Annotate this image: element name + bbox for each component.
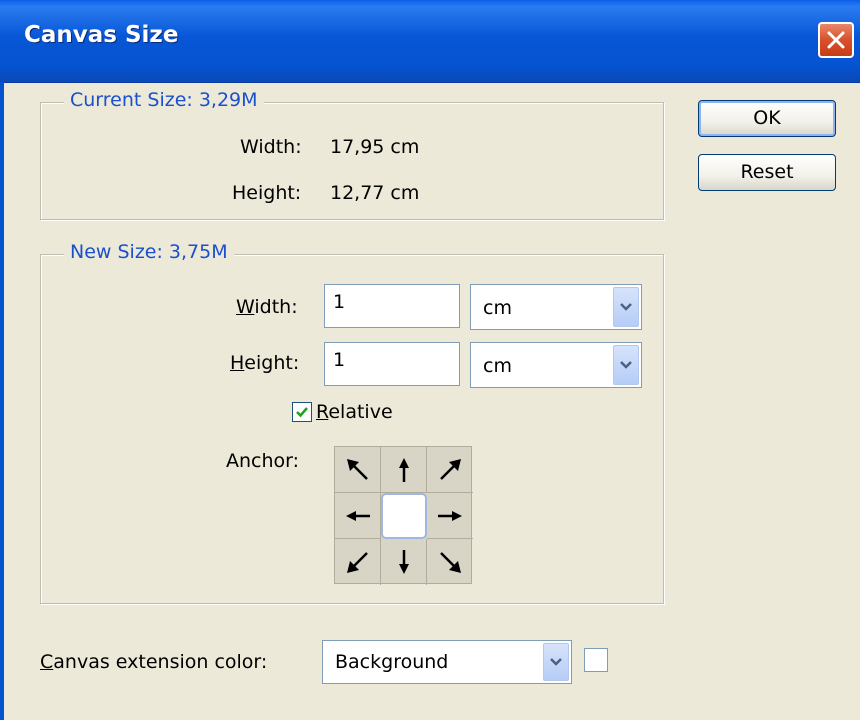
- close-button[interactable]: [818, 22, 854, 58]
- current-height-label: Height:: [232, 182, 302, 204]
- arrow-down-left-icon: [347, 552, 368, 573]
- anchor-center[interactable]: [381, 493, 427, 539]
- new-height-input[interactable]: 1: [324, 342, 460, 386]
- anchor-bottom[interactable]: [381, 539, 427, 585]
- current-height-value: 12,77 cm: [330, 182, 420, 204]
- arrow-down-right-icon: [440, 552, 461, 573]
- width-unit-select[interactable]: cm: [470, 284, 642, 330]
- extension-color-swatch[interactable]: [584, 648, 608, 672]
- anchor-bottom-left[interactable]: [335, 539, 381, 585]
- height-unit-value: cm: [483, 355, 512, 377]
- arrow-down-icon: [399, 550, 409, 574]
- current-width-label: Width:: [240, 136, 302, 158]
- anchor-top-right[interactable]: [427, 447, 473, 493]
- anchor-grid[interactable]: [334, 446, 473, 585]
- current-width-value: 17,95 cm: [330, 136, 420, 158]
- anchor-left[interactable]: [335, 493, 381, 539]
- extension-color-dropdown-button[interactable]: [543, 643, 569, 681]
- arrow-left-icon: [346, 511, 370, 521]
- new-height-label: Height:: [230, 352, 300, 374]
- window-frame-left: [0, 82, 4, 720]
- chevron-down-icon: [620, 361, 632, 369]
- chevron-down-icon: [620, 303, 632, 311]
- anchor-top-left[interactable]: [335, 447, 381, 493]
- ok-button[interactable]: OK: [698, 100, 836, 137]
- arrow-up-icon: [399, 458, 409, 482]
- height-unit-dropdown-button[interactable]: [613, 345, 639, 385]
- anchor-bottom-right[interactable]: [427, 539, 473, 585]
- width-unit-dropdown-button[interactable]: [613, 287, 639, 327]
- reset-button[interactable]: Reset: [698, 154, 836, 191]
- anchor-top[interactable]: [381, 447, 427, 493]
- extension-color-label: Canvas extension color:: [40, 651, 268, 673]
- new-width-input[interactable]: 1: [324, 284, 460, 328]
- height-unit-select[interactable]: cm: [470, 342, 642, 388]
- window-title: Canvas Size: [24, 22, 179, 48]
- relative-checkbox[interactable]: [292, 402, 312, 422]
- arrow-up-left-icon: [347, 459, 368, 480]
- anchor-label: Anchor:: [226, 450, 300, 472]
- check-icon: [296, 407, 308, 418]
- relative-label[interactable]: Relative: [316, 401, 393, 423]
- arrow-up-right-icon: [440, 459, 461, 480]
- extension-color-value: Background: [335, 651, 449, 673]
- chevron-down-icon: [550, 658, 562, 666]
- extension-color-select[interactable]: Background: [322, 640, 572, 684]
- close-icon: [827, 31, 845, 49]
- new-width-label: Width:: [236, 296, 298, 318]
- arrow-right-icon: [438, 511, 462, 521]
- new-size-legend: New Size: 3,75M: [64, 241, 234, 263]
- anchor-right[interactable]: [427, 493, 473, 539]
- current-size-legend: Current Size: 3,29M: [64, 89, 264, 111]
- width-unit-value: cm: [483, 297, 512, 319]
